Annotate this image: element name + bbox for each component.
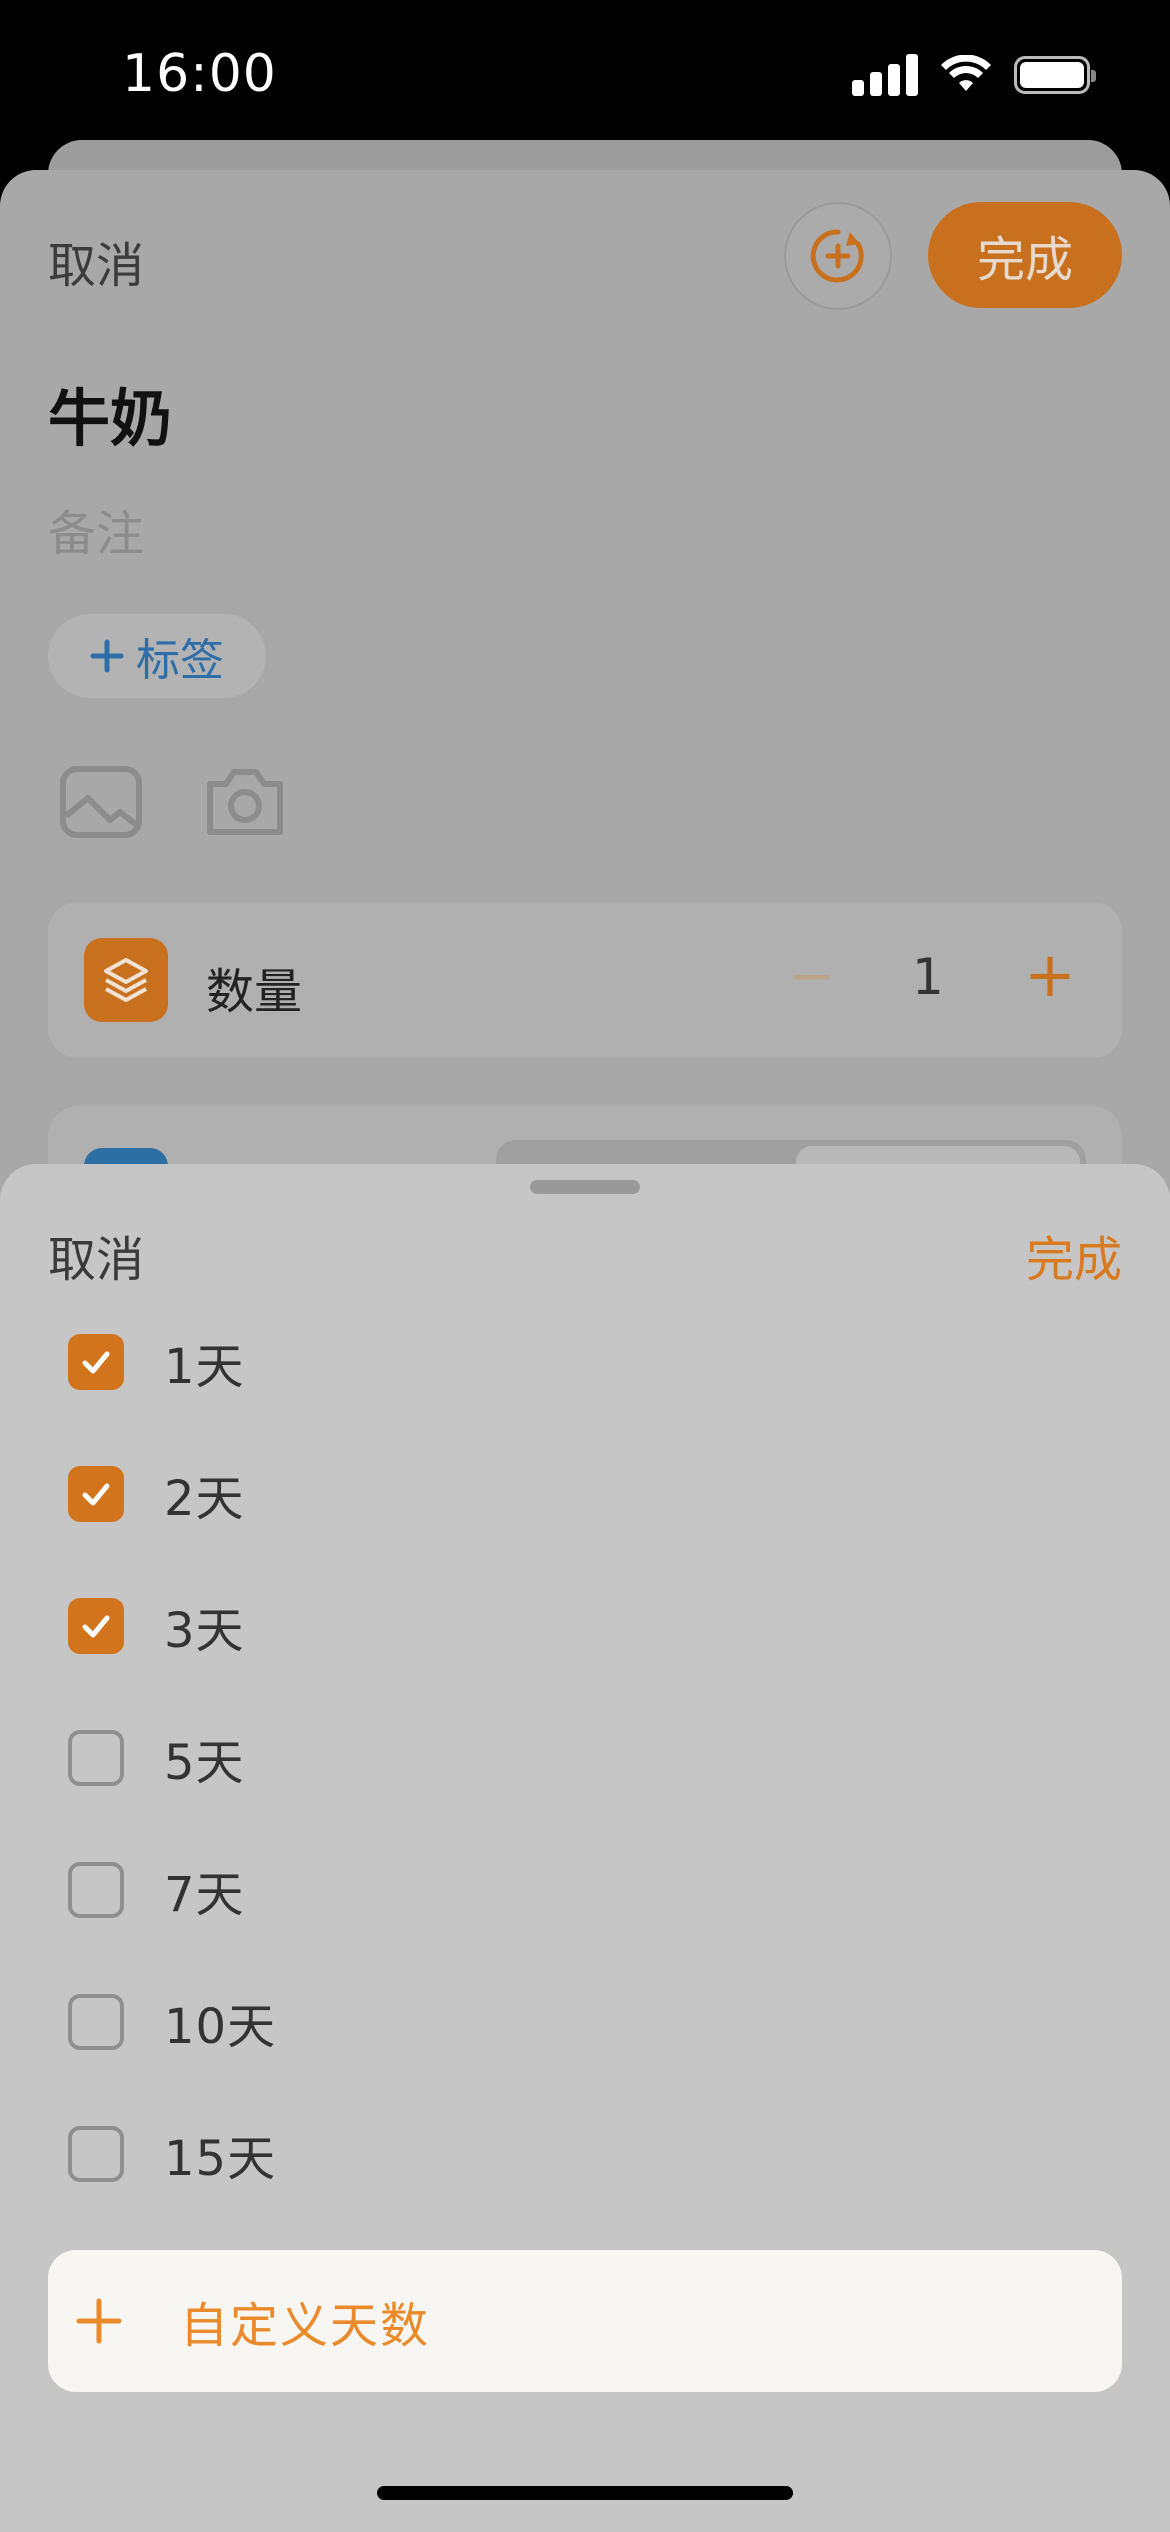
camera-icon xyxy=(207,769,283,835)
quantity-value: 1 xyxy=(912,948,944,1006)
custom-days-button[interactable]: 自定义天数 xyxy=(48,2250,1122,2392)
add-tag-label: 标签 xyxy=(136,635,224,686)
days-option-label: 3天 xyxy=(164,1603,245,1659)
custom-days-label: 自定义天数 xyxy=(180,2298,431,2354)
days-option-label: 7天 xyxy=(164,1867,245,1923)
checkbox-unchecked[interactable] xyxy=(68,1994,124,2050)
editor-cancel-button[interactable]: 取消 xyxy=(48,226,144,296)
picker-cancel-button[interactable]: 取消 xyxy=(48,1220,144,1290)
wifi-icon xyxy=(941,55,991,91)
checkmark-icon xyxy=(82,1615,110,1638)
quantity-decrement-button[interactable]: − xyxy=(788,944,835,1009)
days-option-row[interactable]: 1天 xyxy=(68,1332,245,1395)
days-picker-sheet: 取消 完成 1天 2天 3天 5天 7天 10天 15天 自定义天数 xyxy=(0,1164,1170,2532)
plus-icon xyxy=(74,2297,124,2345)
checkbox-unchecked[interactable] xyxy=(68,1862,124,1918)
editor-done-button[interactable]: 完成 xyxy=(928,202,1122,308)
checkmark-icon xyxy=(82,1483,110,1506)
battery-icon xyxy=(1014,56,1096,94)
checkbox-checked[interactable] xyxy=(68,1334,124,1390)
days-option-row[interactable]: 2天 xyxy=(68,1464,245,1527)
days-option-row[interactable]: 7天 xyxy=(68,1860,245,1923)
days-option-row[interactable]: 10天 xyxy=(68,1992,276,2055)
layers-icon xyxy=(84,938,168,1022)
checkbox-checked[interactable] xyxy=(68,1598,124,1654)
days-option-label: 5天 xyxy=(164,1735,245,1791)
photo-library-button[interactable] xyxy=(60,766,142,842)
add-cycle-icon xyxy=(810,229,864,283)
photo-icon xyxy=(60,766,142,838)
days-option-label: 1天 xyxy=(164,1339,245,1395)
item-name-field[interactable]: 牛奶 xyxy=(48,368,172,458)
checkbox-checked[interactable] xyxy=(68,1466,124,1522)
picker-done-button[interactable]: 完成 xyxy=(1026,1220,1122,1290)
status-icons xyxy=(852,54,1096,96)
home-indicator xyxy=(377,2486,793,2500)
days-option-row[interactable]: 5天 xyxy=(68,1728,245,1791)
add-tag-button[interactable]: 标签 xyxy=(48,614,266,698)
add-reminder-button[interactable] xyxy=(784,202,892,310)
sheet-grabber[interactable] xyxy=(530,1180,640,1194)
checkmark-icon xyxy=(82,1351,110,1374)
days-option-label: 10天 xyxy=(164,1999,277,2055)
checkbox-unchecked[interactable] xyxy=(68,1730,124,1786)
status-bar: 16:00 xyxy=(0,0,1170,160)
quantity-increment-button[interactable]: + xyxy=(1024,938,1076,1011)
checkbox-unchecked[interactable] xyxy=(68,2126,124,2182)
days-option-row[interactable]: 15天 xyxy=(68,2124,276,2187)
status-time: 16:00 xyxy=(122,44,277,104)
camera-button[interactable] xyxy=(204,766,286,842)
notes-field[interactable]: 备注 xyxy=(48,494,144,564)
quantity-label: 数量 xyxy=(206,964,303,1020)
cellular-signal-icon xyxy=(852,54,918,96)
quantity-row: 数量 − 1 + xyxy=(48,902,1122,1058)
plus-icon xyxy=(90,639,124,673)
days-option-row[interactable]: 3天 xyxy=(68,1596,245,1659)
days-option-label: 15天 xyxy=(164,2131,277,2187)
days-option-label: 2天 xyxy=(164,1471,245,1527)
